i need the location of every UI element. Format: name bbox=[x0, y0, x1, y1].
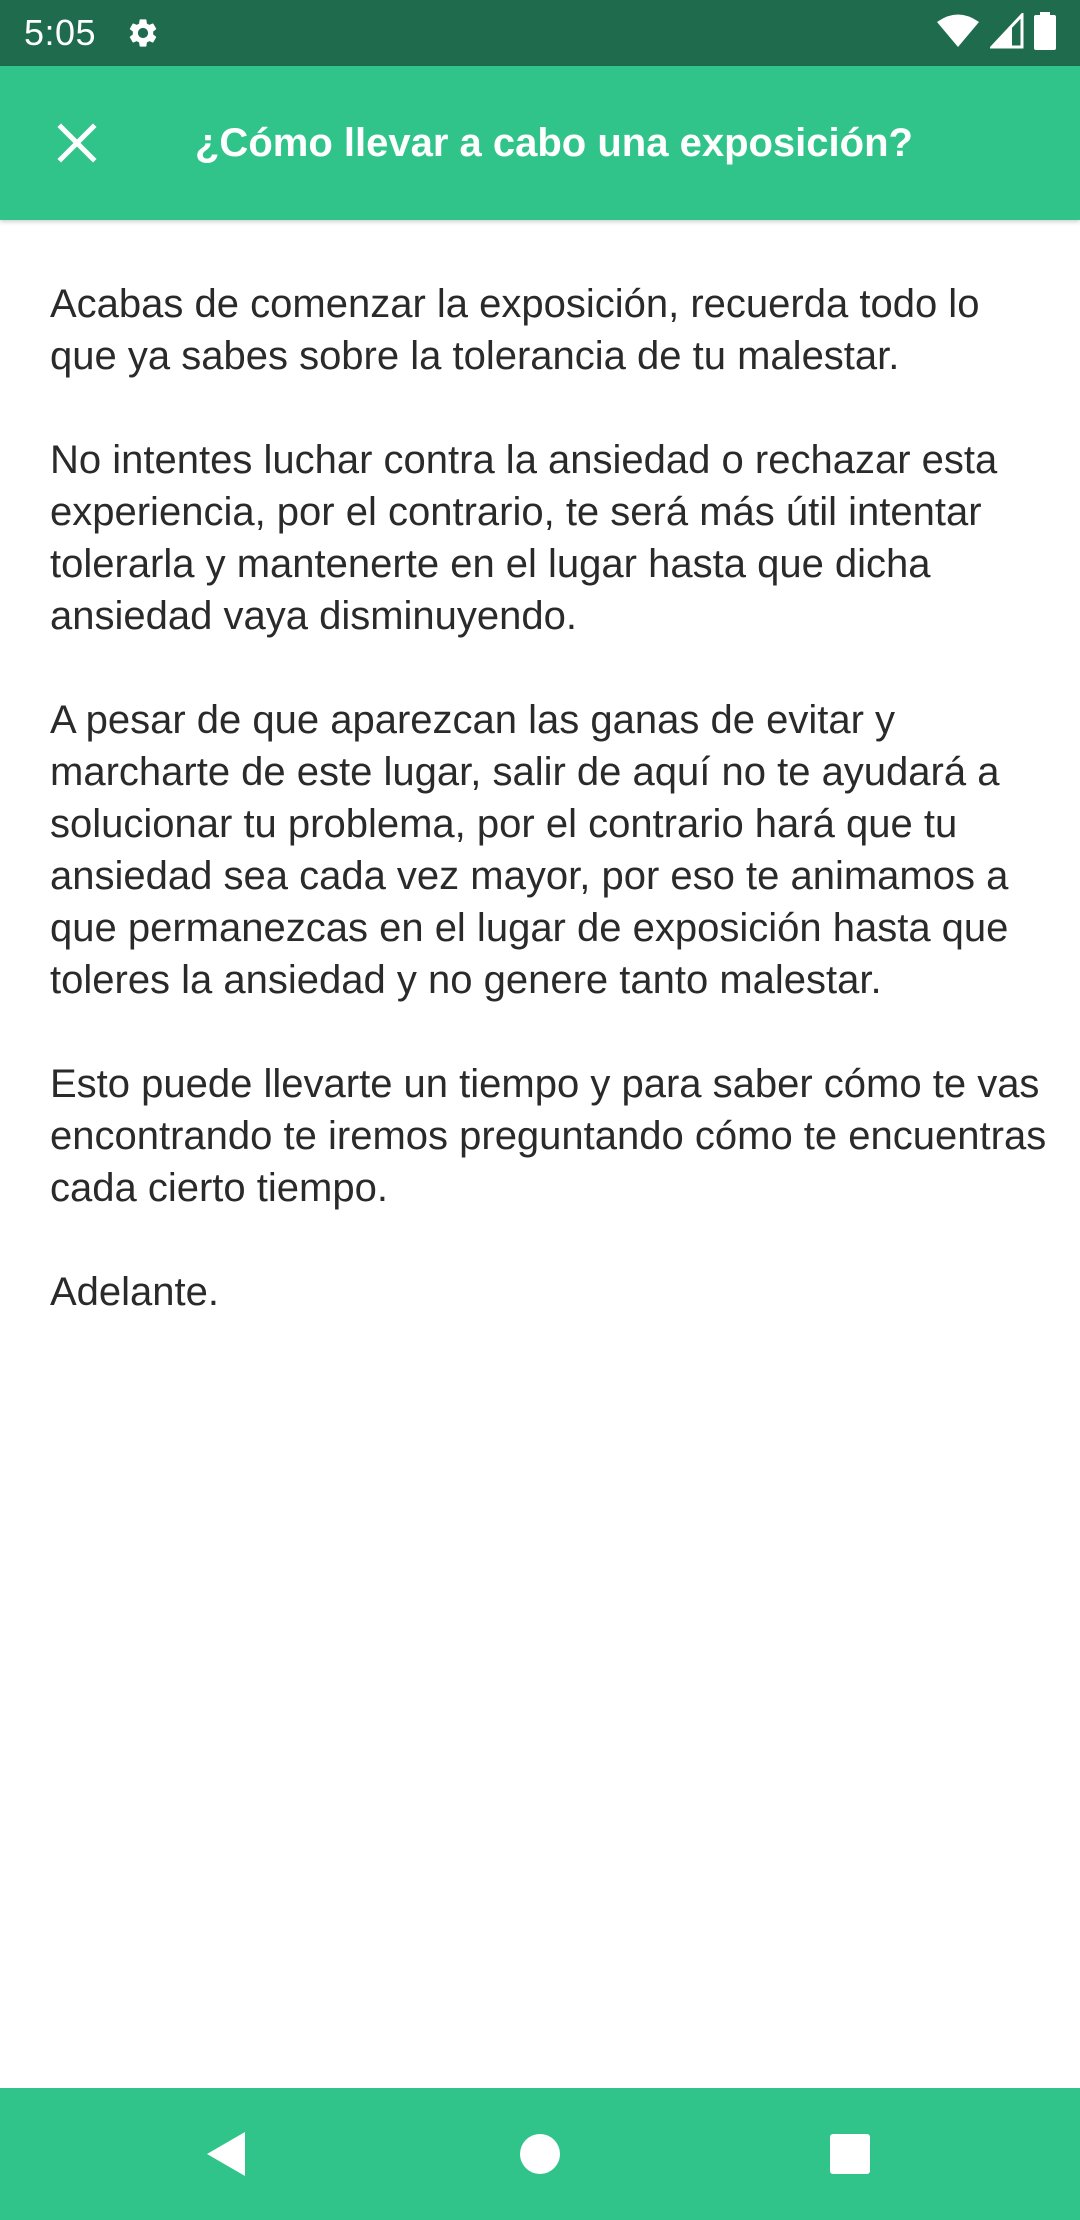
paragraph: No intentes luchar contra la ansiedad o … bbox=[50, 438, 998, 638]
wifi-icon bbox=[936, 13, 980, 54]
battery-icon bbox=[1034, 11, 1056, 55]
paragraph: Adelante. bbox=[50, 1270, 220, 1314]
back-icon[interactable] bbox=[186, 2114, 266, 2194]
close-icon[interactable] bbox=[35, 101, 119, 185]
instructions-text: Acabas de comenzar la exposición, recuer… bbox=[50, 278, 1050, 1370]
page-title: ¿Cómo llevar a cabo una exposición? bbox=[195, 120, 913, 165]
signal-icon bbox=[988, 10, 1024, 54]
status-time: 5:05 bbox=[24, 12, 97, 53]
home-icon[interactable] bbox=[500, 2114, 580, 2194]
paragraph: Acabas de comenzar la exposición, recuer… bbox=[50, 282, 980, 378]
status-bar: 5:05 bbox=[0, 0, 1080, 66]
paragraph: A pesar de que aparezcan las ganas de ev… bbox=[50, 698, 1009, 1002]
paragraph: Esto puede llevarte un tiempo y para sab… bbox=[50, 1062, 1047, 1210]
status-icons bbox=[936, 10, 1056, 55]
recents-icon[interactable] bbox=[810, 2114, 890, 2194]
navigation-bar bbox=[0, 2088, 1080, 2220]
settings-icon bbox=[124, 14, 162, 52]
app-bar: ¿Cómo llevar a cabo una exposición? bbox=[0, 66, 1080, 220]
